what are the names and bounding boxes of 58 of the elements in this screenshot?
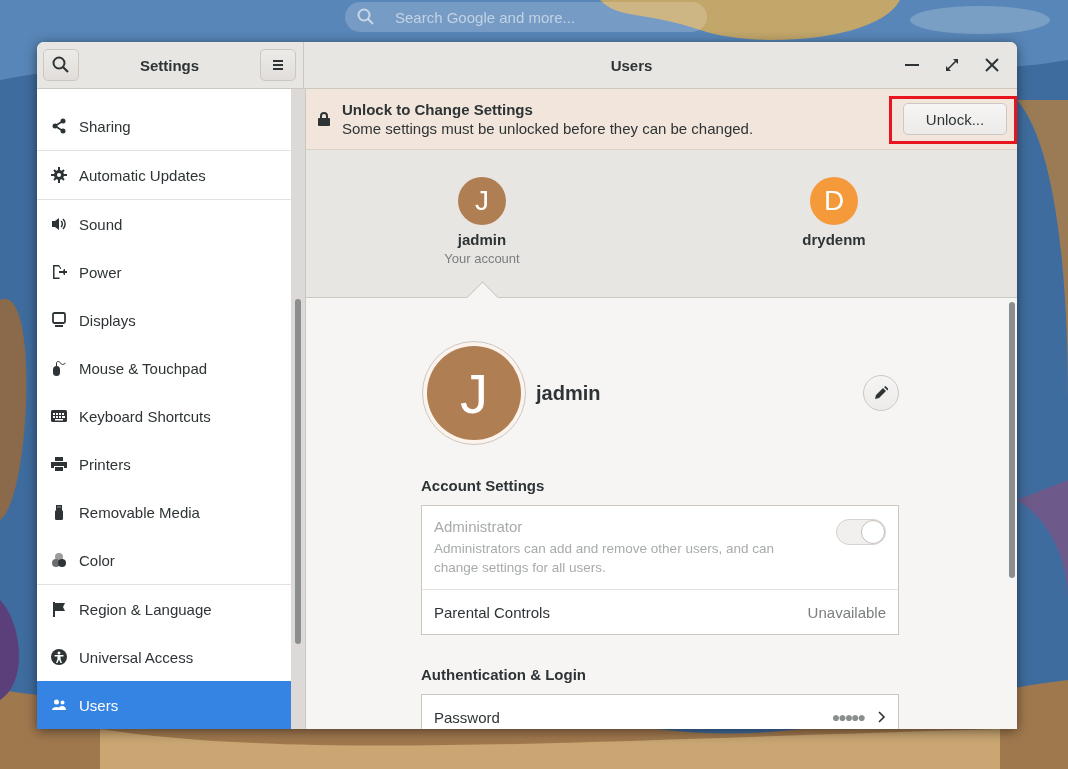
menu-button[interactable] [260, 49, 296, 81]
user-name: jadmin [457, 231, 507, 248]
gear-icon [51, 167, 67, 183]
banner-title: Unlock to Change Settings [342, 101, 534, 118]
sidebar-item[interactable]: Keyboard Shortcuts [37, 392, 291, 440]
search-button[interactable] [43, 49, 79, 81]
close-icon [985, 58, 999, 72]
people-icon [51, 697, 67, 713]
user-name: drydenm [802, 231, 866, 248]
sidebar-item[interactable]: Removable Media [37, 488, 291, 536]
pencil-icon [874, 386, 888, 400]
accessibility-icon [51, 649, 67, 665]
avatar: D [810, 177, 858, 225]
sidebar-item[interactable]: Universal Access [37, 633, 291, 681]
share-icon [51, 118, 67, 134]
row-value: ●●●●● [831, 709, 864, 725]
row-label: Password [434, 708, 500, 726]
monitor-icon [51, 312, 67, 328]
window-title: Users [609, 56, 654, 74]
sidebar-item[interactable]: Mouse & Touchpad [37, 344, 291, 392]
flag-icon [51, 601, 67, 617]
row-label: Administrator [434, 518, 524, 535]
sidebar-title: Settings [139, 56, 200, 74]
settings-row[interactable]: Password ●●●●● [422, 695, 898, 729]
banner-text: Some settings must be unlocked before they can be changed. [342, 120, 755, 137]
avatar: J [458, 177, 506, 225]
user-name: jadmin [536, 381, 602, 405]
lock-icon [318, 112, 330, 126]
avatar: J [427, 346, 521, 440]
menu-icon [272, 59, 284, 71]
chevron-icon [878, 711, 886, 723]
sidebar-item[interactable]: Sound [37, 200, 291, 248]
sidebar-item[interactable]: Displays [37, 296, 291, 344]
section-title: Account Settings [421, 477, 546, 494]
search-icon [52, 56, 70, 74]
user-tile[interactable]: D drydenm [658, 150, 1010, 297]
scrollbar[interactable] [291, 89, 306, 729]
user-tile[interactable]: J jadmin Your account [306, 150, 658, 297]
printer-icon [51, 456, 67, 472]
sidebar-item[interactable]: Region & Language [37, 585, 291, 633]
maximize-icon [945, 58, 959, 72]
user-subtitle: Your account [444, 251, 520, 266]
row-description: Administrators can add and remove other users, and can change settings for all users. [434, 540, 775, 577]
sidebar-item[interactable]: Power [37, 248, 291, 296]
speaker-icon [51, 216, 67, 232]
sidebar-item[interactable]: Printers [37, 440, 291, 488]
color-circles-icon [51, 552, 67, 568]
mouse-icon [51, 360, 67, 376]
settings-row[interactable]: Parental Controls Unavailable [422, 589, 898, 634]
edit-button[interactable] [863, 375, 899, 411]
search-icon [357, 8, 375, 26]
section-title: Authentication & Login [421, 666, 587, 683]
unlock-button[interactable]: Unlock... [903, 103, 1007, 135]
scrollbar[interactable] [1009, 302, 1015, 578]
row-label: Parental Controls [434, 603, 550, 621]
row-value: Unavailable [807, 603, 886, 621]
sidebar-item[interactable]: Users [37, 681, 291, 729]
keyboard-icon [51, 408, 67, 424]
